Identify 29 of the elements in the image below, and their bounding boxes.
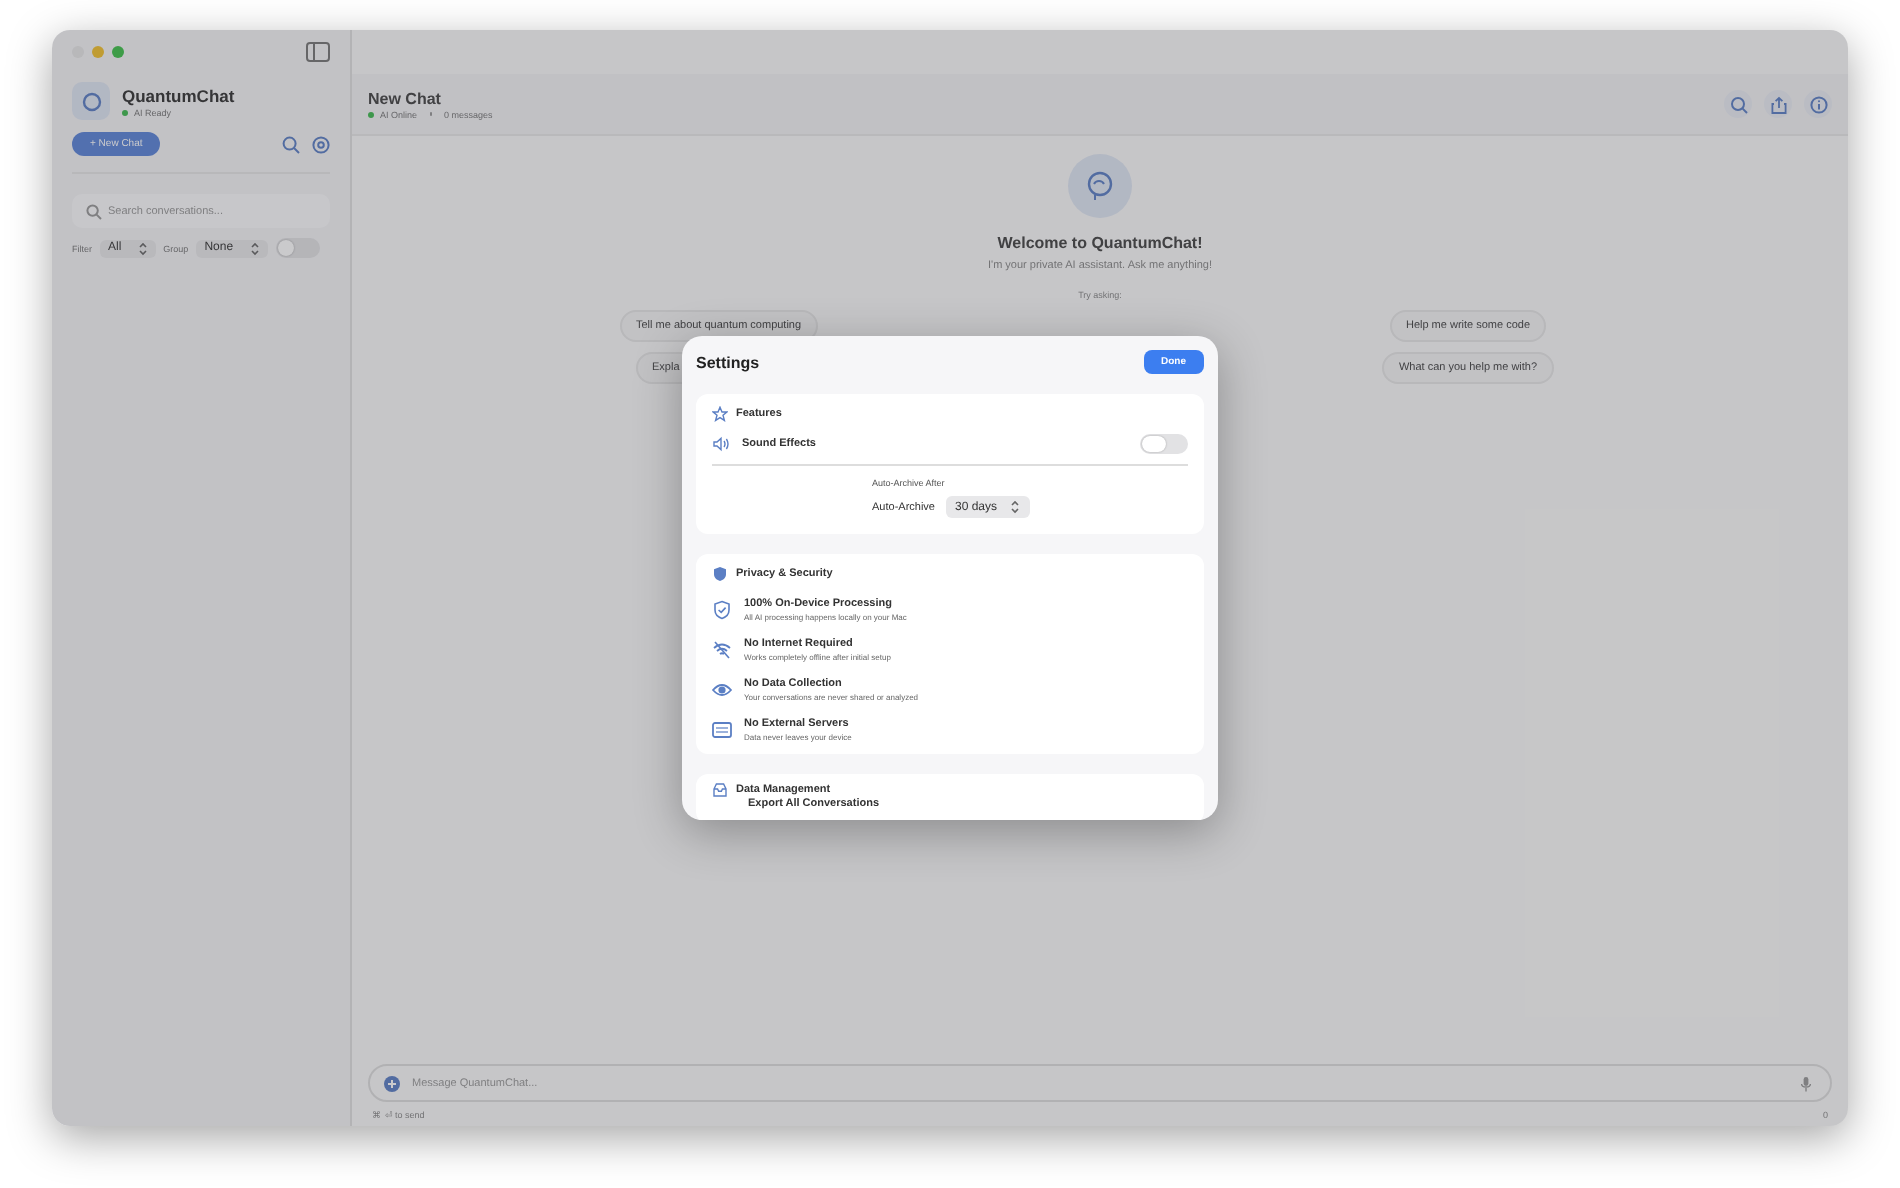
shield-icon bbox=[712, 566, 728, 582]
wifi-slash-icon bbox=[712, 640, 732, 660]
welcome-title: Welcome to QuantumChat! bbox=[997, 234, 1203, 252]
microphone-icon bbox=[1800, 1076, 1812, 1092]
app-name: QuantumChat bbox=[122, 85, 235, 105]
sound-effects-switch[interactable] bbox=[1140, 434, 1188, 454]
share-button[interactable] bbox=[1764, 90, 1792, 118]
search-icon bbox=[1729, 95, 1747, 113]
server-icon bbox=[712, 720, 732, 740]
shield-check-icon bbox=[712, 600, 732, 620]
search-icon bbox=[282, 135, 300, 153]
share-icon bbox=[1769, 95, 1787, 113]
status-dot bbox=[368, 111, 374, 117]
speaker-icon bbox=[712, 436, 730, 452]
eye-icon bbox=[712, 680, 732, 700]
head-icon bbox=[1084, 170, 1116, 202]
status-dot bbox=[122, 109, 128, 115]
tray-icon bbox=[712, 782, 728, 798]
info-button[interactable] bbox=[1804, 90, 1832, 118]
chat-title: New Chat bbox=[368, 89, 443, 107]
settings-icon bbox=[312, 135, 330, 153]
sidebar-toggle-icon bbox=[306, 42, 330, 62]
chevron-updown-icon bbox=[137, 241, 148, 255]
chevron-updown-icon bbox=[1009, 500, 1020, 514]
chevron-updown-icon bbox=[249, 241, 260, 255]
search-button[interactable] bbox=[1724, 90, 1752, 118]
star-icon bbox=[712, 406, 728, 422]
toggle-switch[interactable] bbox=[275, 238, 320, 258]
info-icon bbox=[1809, 95, 1827, 113]
